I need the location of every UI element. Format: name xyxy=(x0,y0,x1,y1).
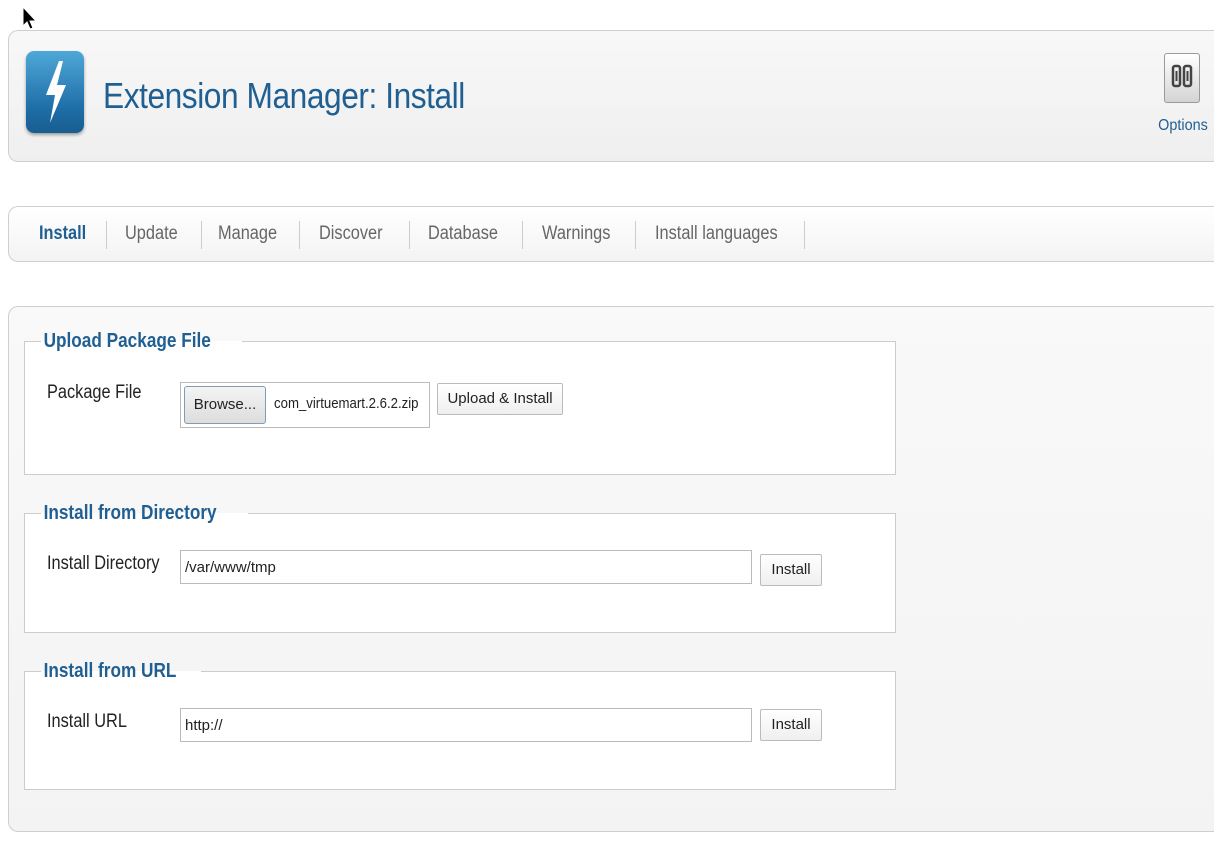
tab-manage[interactable]: Manage xyxy=(218,221,277,247)
options-toggle-icon xyxy=(1164,53,1200,103)
submenu-tabs: Install Update Manage Discover Database … xyxy=(8,206,1214,262)
install-url-label: Install URL xyxy=(47,711,127,732)
install-url-input[interactable] xyxy=(180,708,752,742)
mouse-cursor-icon xyxy=(22,6,38,30)
tab-separator xyxy=(409,221,410,249)
upload-install-button[interactable]: Upload & Install xyxy=(437,383,563,415)
tab-database[interactable]: Database xyxy=(428,221,498,247)
tab-install-languages[interactable]: Install languages xyxy=(655,221,778,247)
tab-discover[interactable]: Discover xyxy=(319,221,383,247)
tab-separator xyxy=(106,221,107,249)
tab-update[interactable]: Update xyxy=(125,221,178,247)
selected-file-name: com_virtuemart.2.6.2.zip xyxy=(274,395,419,412)
extension-lightning-icon xyxy=(26,51,84,133)
browse-button[interactable]: Browse... xyxy=(184,386,266,424)
install-url-legend: Install from URL xyxy=(43,660,177,682)
package-file-input[interactable]: Browse... com_virtuemart.2.6.2.zip xyxy=(180,382,430,428)
tab-install[interactable]: Install xyxy=(39,221,86,247)
tab-separator xyxy=(635,221,636,249)
options-label: Options xyxy=(1158,117,1208,134)
tab-separator xyxy=(522,221,523,249)
package-file-label: Package File xyxy=(47,382,142,403)
install-directory-label: Install Directory xyxy=(47,553,160,574)
tab-warnings[interactable]: Warnings xyxy=(542,221,610,247)
install-directory-button[interactable]: Install xyxy=(760,554,822,586)
install-directory-input[interactable] xyxy=(180,550,752,584)
upload-package-legend: Upload Package File xyxy=(43,330,211,352)
tab-separator xyxy=(804,221,805,249)
install-url-button[interactable]: Install xyxy=(760,709,822,741)
tab-separator xyxy=(201,221,202,249)
header-toolbar: Extension Manager: Install Options xyxy=(8,30,1214,162)
install-directory-legend: Install from Directory xyxy=(43,502,217,524)
page-title: Extension Manager: Install xyxy=(103,75,465,116)
options-button[interactable]: Options xyxy=(1151,53,1214,145)
tab-separator xyxy=(299,221,300,249)
